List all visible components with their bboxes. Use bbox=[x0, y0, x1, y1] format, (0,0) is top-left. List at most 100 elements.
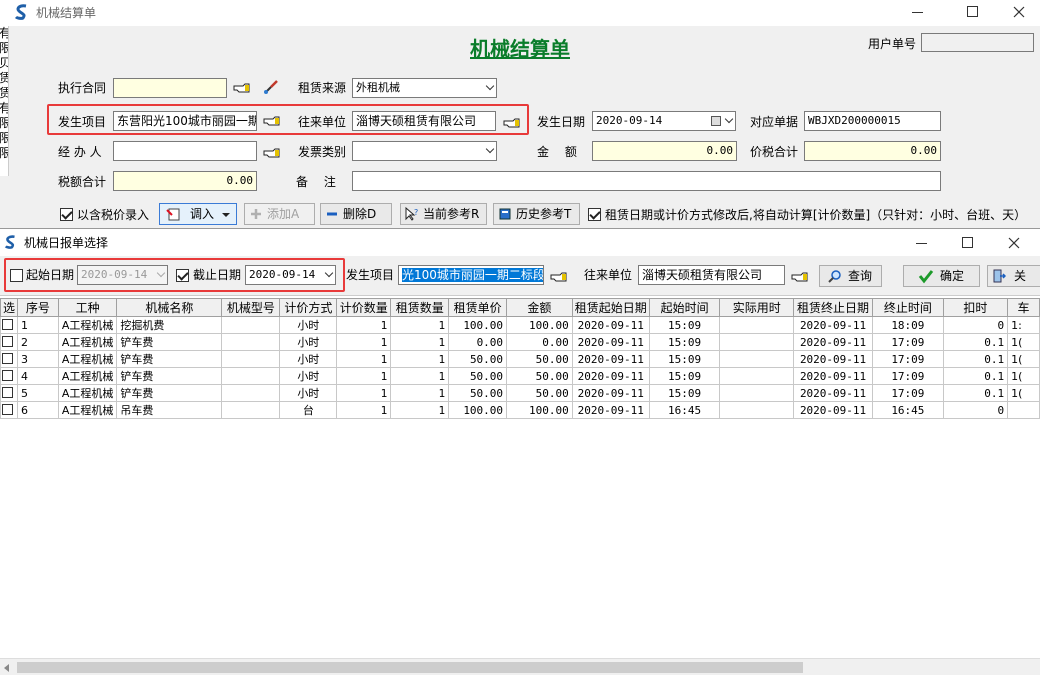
date-field[interactable]: 2020-09-14 bbox=[592, 111, 736, 131]
import-button[interactable]: 调入 bbox=[159, 203, 237, 225]
row-select-cell[interactable] bbox=[0, 384, 19, 402]
pointer-hand-icon[interactable] bbox=[233, 82, 251, 94]
delete-button[interactable]: 删除D bbox=[320, 203, 392, 225]
daily-report-table: 选 序号 工种 机械名称 机械型号 计价方式 计价数量 租赁数量 租赁单价 金额… bbox=[0, 298, 1040, 419]
dialog-maximize-button[interactable] bbox=[962, 237, 973, 248]
scroll-left-arrow-icon[interactable] bbox=[4, 664, 9, 672]
cell-end-date: 2020-09-11 bbox=[793, 350, 874, 368]
left-edge-panel: 有 限 贝 赁 赁 有 限 限 限 bbox=[0, 26, 9, 176]
minimize-button[interactable] bbox=[912, 12, 923, 13]
column-header[interactable]: 租赁单价 bbox=[448, 298, 508, 317]
history-ref-button-label: 历史参考T bbox=[516, 207, 572, 221]
row-select-cell[interactable] bbox=[0, 350, 19, 368]
dialog-minimize-button[interactable] bbox=[916, 243, 927, 244]
remark-field[interactable] bbox=[352, 171, 941, 191]
invoice-select[interactable] bbox=[352, 141, 497, 161]
query-button-label: 查询 bbox=[848, 269, 873, 283]
column-header[interactable]: 计价方式 bbox=[279, 298, 338, 317]
total-field[interactable]: 0.00 bbox=[804, 141, 941, 161]
horizontal-scrollbar[interactable] bbox=[0, 658, 1040, 675]
cell-start-time: 15:09 bbox=[648, 384, 721, 402]
brush-icon[interactable] bbox=[262, 78, 280, 96]
cell-mode: 小时 bbox=[279, 316, 338, 334]
user-no-field[interactable] bbox=[921, 33, 1034, 52]
row-select-checkbox[interactable] bbox=[2, 319, 13, 330]
column-header[interactable]: 车 bbox=[1007, 298, 1040, 317]
scrollbar-thumb[interactable] bbox=[17, 662, 803, 673]
cell-model bbox=[221, 367, 281, 385]
ok-button-label: 确定 bbox=[940, 269, 965, 283]
tax-incl-checkbox[interactable] bbox=[60, 208, 73, 221]
table-row[interactable]: 1 A工程机械 挖掘机费 小时 1 1 100.00 100.00 2020-09-11 15:0… bbox=[0, 316, 1040, 334]
dialog-project-field[interactable]: 光100城市丽园一期二标段 bbox=[398, 265, 544, 285]
pointer-hand-icon[interactable] bbox=[550, 271, 568, 283]
tax-field[interactable]: 0.00 bbox=[113, 171, 257, 191]
add-button[interactable]: 添加A bbox=[244, 203, 315, 225]
close-dialog-button[interactable]: 关 bbox=[987, 265, 1040, 287]
contract-field[interactable] bbox=[113, 78, 227, 98]
column-header[interactable]: 起始时间 bbox=[648, 298, 721, 317]
dialog-partner-field[interactable]: 淄博天硕租赁有限公司 bbox=[638, 265, 785, 285]
column-header[interactable]: 扣时 bbox=[942, 298, 1009, 317]
svg-text:?: ? bbox=[414, 208, 418, 217]
column-header[interactable]: 工种 bbox=[57, 298, 118, 317]
column-header[interactable]: 租赁数量 bbox=[390, 298, 450, 317]
cell-model bbox=[221, 333, 281, 351]
close-dialog-button-label: 关 bbox=[1014, 269, 1027, 283]
pointer-hand-icon[interactable] bbox=[791, 271, 809, 283]
column-header[interactable]: 终止时间 bbox=[872, 298, 944, 317]
cell-model bbox=[221, 350, 281, 368]
row-select-cell[interactable] bbox=[0, 316, 19, 334]
dialog-close-icon[interactable] bbox=[1008, 237, 1020, 249]
cell-deduct: 0 bbox=[942, 401, 1009, 419]
column-header[interactable]: 租赁终止日期 bbox=[793, 298, 874, 317]
column-header[interactable]: 实际用时 bbox=[719, 298, 795, 317]
checkmark-icon bbox=[918, 270, 934, 284]
current-ref-button[interactable]: ? 当前参考R bbox=[400, 203, 487, 225]
cell-rent-qty: 1 bbox=[390, 316, 450, 334]
cell-model bbox=[221, 401, 281, 419]
handler-field[interactable] bbox=[113, 141, 257, 161]
query-button[interactable]: 查询 bbox=[819, 265, 882, 287]
ok-button[interactable]: 确定 bbox=[903, 265, 980, 287]
cell-seq: 2 bbox=[17, 333, 59, 351]
close-icon[interactable] bbox=[1013, 6, 1025, 18]
cell-end-time: 18:09 bbox=[872, 316, 944, 334]
row-select-checkbox[interactable] bbox=[2, 370, 13, 381]
column-header[interactable]: 租赁起始日期 bbox=[571, 298, 650, 317]
table-row[interactable]: 2 A工程机械 铲车费 小时 1 1 0.00 0.00 2020-09-11 15:09 2020… bbox=[0, 333, 1040, 351]
row-select-checkbox[interactable] bbox=[2, 404, 13, 415]
column-header[interactable]: 序号 bbox=[17, 298, 59, 317]
cell-name: 铲车费 bbox=[116, 384, 223, 402]
cell-qty: 1 bbox=[336, 316, 392, 334]
column-header[interactable]: 机械名称 bbox=[116, 298, 223, 317]
auto-calc-checkbox[interactable] bbox=[588, 208, 601, 221]
pointer-hand-icon[interactable] bbox=[263, 147, 281, 159]
row-select-cell[interactable] bbox=[0, 401, 19, 419]
maximize-button[interactable] bbox=[967, 6, 978, 17]
highlight-box-dates bbox=[4, 258, 345, 292]
row-select-cell[interactable] bbox=[0, 333, 19, 351]
row-select-cell[interactable] bbox=[0, 367, 19, 385]
table-row[interactable]: 5 A工程机械 铲车费 小时 1 1 50.00 50.00 2020-09-11 15:09 20… bbox=[0, 384, 1040, 402]
cell-qty: 1 bbox=[336, 401, 392, 419]
dialog-title: 机械日报单选择 bbox=[24, 236, 109, 250]
cell-rent-qty: 1 bbox=[390, 350, 450, 368]
row-select-checkbox[interactable] bbox=[2, 336, 13, 347]
column-header[interactable]: 机械型号 bbox=[221, 298, 281, 317]
table-row[interactable]: 3 A工程机械 铲车费 小时 1 1 50.00 50.00 2020-09-11 15:09 20… bbox=[0, 350, 1040, 368]
chevron-down-icon bbox=[485, 144, 495, 154]
source-select[interactable]: 外租机械 bbox=[352, 78, 497, 98]
row-select-checkbox[interactable] bbox=[2, 353, 13, 364]
cell-car bbox=[1007, 401, 1040, 419]
column-header[interactable]: 选 bbox=[0, 298, 19, 317]
column-header[interactable]: 金额 bbox=[506, 298, 573, 317]
amount-field[interactable]: 0.00 bbox=[592, 141, 737, 161]
row-select-checkbox[interactable] bbox=[2, 387, 13, 398]
table-row[interactable]: 6 A工程机械 吊车费台 1 1 100.00 100.00 2020-09-11 16:45 2… bbox=[0, 401, 1040, 419]
ref-field[interactable]: WBJXD200000015 bbox=[804, 111, 941, 131]
table-row[interactable]: 4 A工程机械 铲车费 小时 1 1 50.00 50.00 2020-09-11 15:09 20… bbox=[0, 367, 1040, 385]
calendar-icon[interactable] bbox=[711, 116, 721, 126]
column-header[interactable]: 计价数量 bbox=[336, 298, 392, 317]
history-ref-button[interactable]: 历史参考T bbox=[493, 203, 580, 225]
